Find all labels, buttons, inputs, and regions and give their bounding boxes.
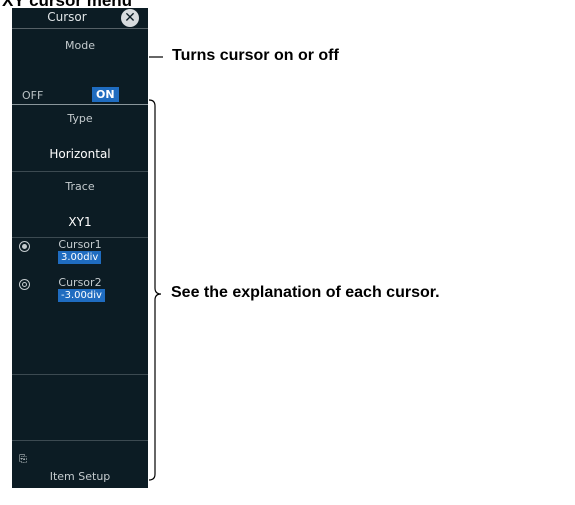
cursor-brace (148, 99, 162, 481)
cursors-callout: See the explanation of each cursor. (171, 284, 440, 301)
callout-lines (148, 56, 163, 481)
mode-callout: Turns cursor on or off (172, 47, 339, 64)
